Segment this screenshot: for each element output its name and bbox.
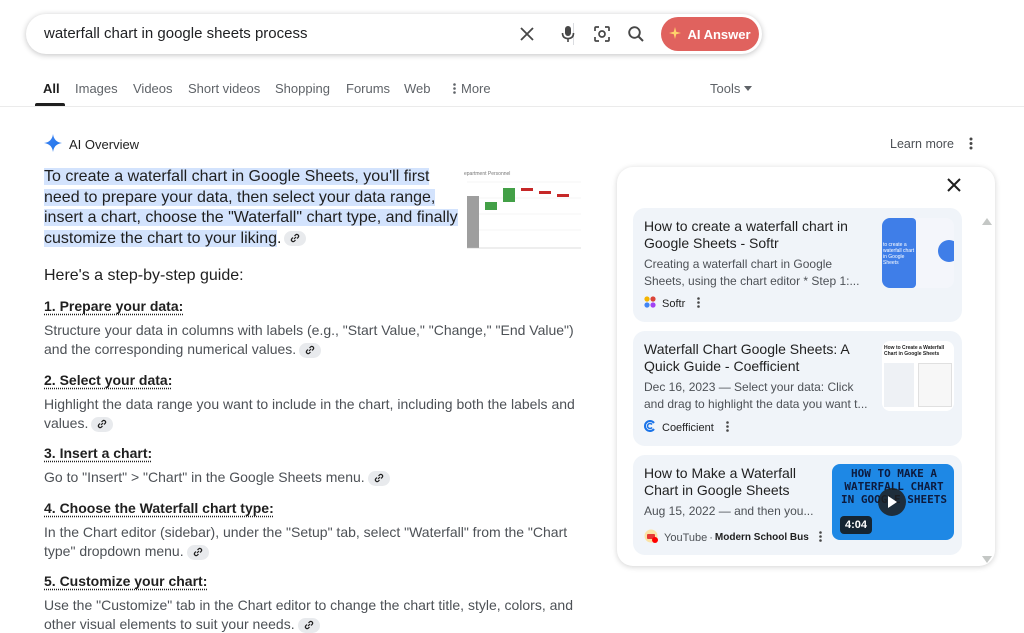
source-card-coefficient[interactable]: Waterfall Chart Google Sheets: A Quick G… (633, 331, 962, 446)
coefficient-logo-icon (644, 420, 656, 435)
step-text: Structure your data in columns with labe… (44, 322, 574, 358)
search-tabs: All Images Videos Short videos Shopping … (0, 76, 1024, 107)
ai-answer-button[interactable]: AI Answer (661, 17, 759, 51)
overview-thumbnail[interactable]: epartment Personnel (463, 168, 583, 260)
source-title[interactable]: How to Make a Waterfall Chart in Google … (644, 465, 824, 499)
softr-logo-icon (644, 296, 656, 311)
source-attribution: Coefficient (644, 420, 729, 435)
source-card-softr[interactable]: How to create a waterfall chart in Googl… (633, 208, 962, 322)
citation-link-icon[interactable] (367, 470, 390, 486)
tab-shopping[interactable]: Shopping (275, 81, 330, 96)
close-icon[interactable] (947, 178, 961, 197)
more-dots-icon (453, 83, 456, 94)
search-icon[interactable] (624, 22, 648, 46)
learn-more-link[interactable]: Learn more (890, 137, 954, 151)
search-input[interactable]: waterfall chart in google sheets process (44, 25, 307, 42)
active-tab-indicator (35, 103, 65, 106)
citation-link-icon[interactable] (299, 342, 322, 358)
step-title: 1. Prepare your data: (44, 298, 184, 314)
channel-name: Modern School Bus (714, 532, 809, 543)
citation-link-icon[interactable] (186, 544, 209, 560)
source-attribution: Softr (644, 296, 701, 311)
caret-down-icon (744, 86, 753, 91)
step-title: 3. Insert a chart: (44, 445, 153, 461)
video-duration: 4:04 (840, 516, 873, 534)
step-text: Highlight the data range you want to inc… (44, 396, 575, 432)
tools-label: Tools (710, 81, 741, 96)
guide-title: Here's a step-by-step guide: (44, 267, 244, 284)
step-1: 1. Prepare your data: Structure your dat… (44, 298, 584, 359)
tab-videos[interactable]: Videos (133, 81, 173, 96)
step-3: 3. Insert a chart: Go to "Insert" > "Cha… (44, 445, 584, 487)
source-snippet: Creating a waterfall chart in Google She… (644, 257, 860, 288)
source-thumbnail[interactable]: to create a waterfall chart in Google Sh… (882, 218, 954, 288)
thumbnail-title: epartment Personnel (464, 171, 510, 177)
scroll-down-icon[interactable] (982, 550, 992, 568)
ai-answer-label: AI Answer (687, 26, 751, 42)
tab-images[interactable]: Images (75, 81, 118, 96)
sources-panel: How to create a waterfall chart in Googl… (617, 167, 995, 566)
summary-highlighted-text: To create a waterfall chart in Google Sh… (44, 168, 458, 247)
overview-summary: To create a waterfall chart in Google Sh… (44, 167, 460, 249)
microphone-icon[interactable] (556, 22, 580, 46)
source-title[interactable]: Waterfall Chart Google Sheets: A Quick G… (644, 341, 874, 375)
source-snippet: Aug 15, 2022 — and then you... (644, 504, 814, 518)
source-card-youtube[interactable]: How to Make a Waterfall Chart in Google … (633, 455, 962, 555)
source-menu-icon[interactable] (819, 530, 822, 545)
source-menu-icon[interactable] (725, 420, 729, 435)
source-name: Softr (662, 297, 686, 310)
source-title[interactable]: How to create a waterfall chart in Googl… (644, 218, 874, 252)
step-4: 4. Choose the Waterfall chart type: In t… (44, 500, 584, 561)
source-name: YouTube (664, 531, 708, 544)
clear-icon[interactable] (515, 22, 539, 46)
tab-more[interactable]: More (453, 81, 491, 96)
tab-short-videos[interactable]: Short videos (188, 81, 260, 96)
source-thumbnail-text: to create a waterfall chart in Google Sh… (883, 242, 915, 266)
summary-end: . (277, 229, 282, 247)
source-snippet: Dec 16, 2023 — Select your data: Click a… (644, 380, 868, 411)
channel-avatar-icon (644, 529, 658, 546)
tools-button[interactable]: Tools (710, 81, 753, 96)
video-thumbnail[interactable]: HOW TO MAKE A WATERFALL CHART IN GOOGLE … (832, 464, 954, 540)
overview-menu-icon[interactable] (969, 137, 973, 155)
channel-separator: · (709, 531, 713, 544)
search-bar[interactable]: waterfall chart in google sheets process… (26, 14, 762, 54)
lens-icon[interactable] (590, 22, 614, 46)
source-menu-icon[interactable] (697, 296, 701, 311)
ai-overview-header: AI Overview (44, 134, 139, 155)
gemini-sparkle-icon (44, 134, 62, 155)
citation-link-icon[interactable] (91, 416, 114, 432)
scroll-up-icon[interactable] (982, 212, 992, 230)
sparkle-icon (669, 26, 682, 42)
citation-link-icon[interactable] (297, 617, 320, 633)
step-5: 5. Customize your chart: Use the "Custom… (44, 573, 584, 633)
play-icon[interactable] (878, 488, 906, 516)
step-title: 2. Select your data: (44, 372, 173, 388)
citation-link-icon[interactable] (284, 230, 307, 246)
source-thumbnail[interactable]: How to Create a Waterfall Chart in Googl… (882, 341, 954, 411)
step-text: Go to "Insert" > "Chart" in the Google S… (44, 468, 584, 487)
source-name: Coefficient (662, 421, 714, 434)
tab-more-label: More (461, 81, 491, 96)
step-text: Use the "Customize" tab in the Chart edi… (44, 597, 573, 633)
step-2: 2. Select your data: Highlight the data … (44, 372, 584, 433)
step-title: 4. Choose the Waterfall chart type: (44, 500, 274, 516)
step-title: 5. Customize your chart: (44, 573, 208, 589)
step-text: In the Chart editor (sidebar), under the… (44, 524, 568, 560)
tab-all[interactable]: All (43, 81, 60, 96)
tab-forums[interactable]: Forums (346, 81, 390, 96)
source-attribution: YouTube · Modern School Bus (644, 529, 822, 546)
source-thumbnail-text: How to Create a Waterfall Chart in Googl… (884, 345, 945, 357)
ai-overview-title: AI Overview (69, 137, 140, 152)
tab-web[interactable]: Web (404, 81, 431, 96)
